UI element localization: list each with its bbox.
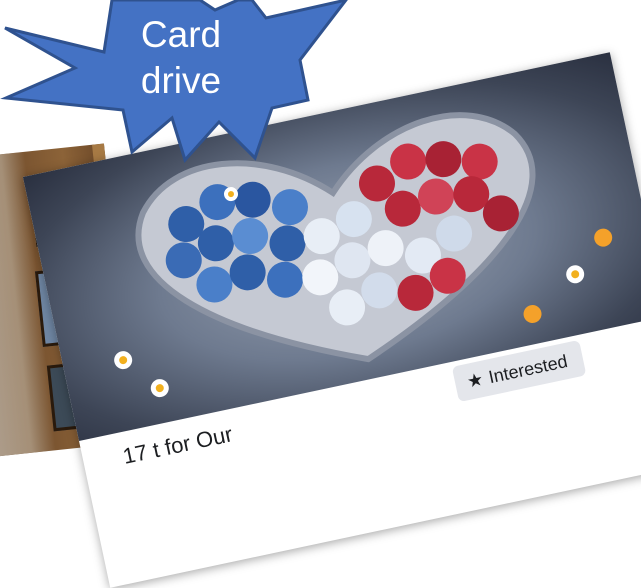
interested-label: Interested xyxy=(486,350,570,387)
callout-text: Card drive xyxy=(131,12,231,104)
event-card: 17 t for Our ★ Interested xyxy=(22,52,641,588)
callout-line-1: Card xyxy=(140,14,222,55)
event-title-fragment: 17 t for Our xyxy=(120,421,235,469)
callout-line-2: drive xyxy=(140,60,222,101)
star-icon: ★ xyxy=(465,368,486,392)
